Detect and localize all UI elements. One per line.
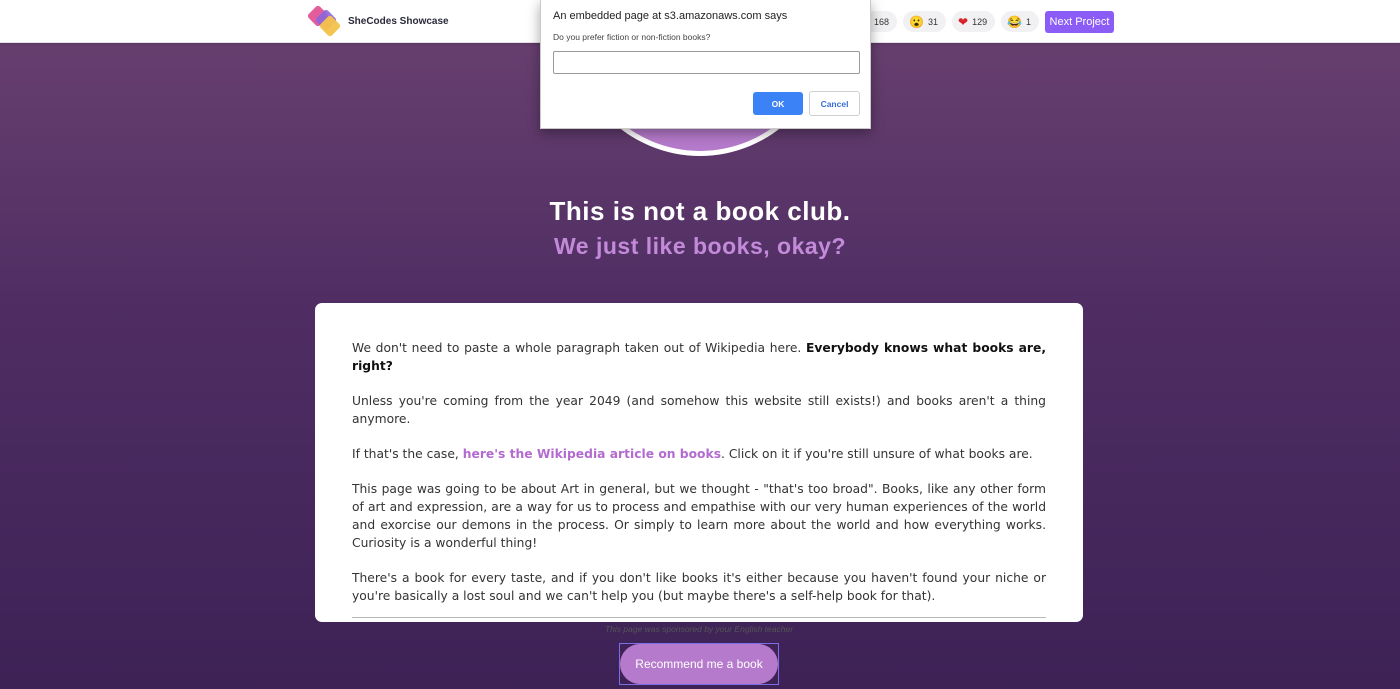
surprised-face-icon: 😮 [909,14,924,29]
dialog-message: Do you prefer fiction or non-fiction boo… [553,32,711,42]
prompt-dialog: An embedded page at s3.amazonaws.com say… [540,0,871,129]
cancel-button[interactable]: Cancel [809,91,860,116]
reaction-surprised[interactable]: 😮 31 [903,11,946,32]
reactions-bar: 168 😮 31 ❤ 129 😂 1 [864,11,1040,32]
paragraph-text: We don't need to paste a whole paragraph… [352,341,807,355]
dialog-title: An embedded page at s3.amazonaws.com say… [553,10,788,22]
sponsor-note: This page was sponsored by your English … [604,624,794,634]
heart-icon: ❤ [958,14,969,29]
paragraph-taste: There's a book for every taste, and if y… [352,571,1046,603]
reaction-count: 1 [1026,16,1032,27]
reaction-heart[interactable]: ❤ 129 [952,11,996,32]
paragraph-wikipedia: If that's the case, here's the Wikipedia… [352,445,1046,463]
paragraph-text: If that's the case, [352,447,463,461]
dialog-input[interactable] [553,51,860,74]
brand[interactable]: SheCodes Showcase [306,4,449,38]
paragraph-intro: We don't need to paste a whole paragraph… [352,339,1046,375]
recommend-book-button[interactable]: Recommend me a book [620,644,778,684]
intro-card: We don't need to paste a whole paragraph… [315,303,1083,634]
next-project-button[interactable]: Next Project [1045,11,1114,33]
page-subtitle: We just like books, okay? [554,233,846,259]
divider [352,617,1046,618]
ok-button[interactable]: OK [753,92,803,115]
paragraph-text: . Click on it if you're still unsure of … [721,447,1033,461]
shecodes-logo-icon [306,4,342,38]
page-title: This is not a book club. [549,196,851,226]
reaction-count: 168 [874,16,890,27]
reaction-laughing[interactable]: 😂 1 [1001,11,1040,32]
paragraph-art: This page was going to be about Art in g… [352,482,1046,550]
paragraph-year: Unless you're coming from the year 2049 … [352,394,1046,426]
reaction-count: 129 [972,16,988,27]
wikipedia-link[interactable]: here's the Wikipedia article on books [463,447,721,461]
brand-name: SheCodes Showcase [348,15,449,27]
reaction-count: 31 [927,16,938,27]
laughing-face-icon: 😂 [1007,14,1023,29]
